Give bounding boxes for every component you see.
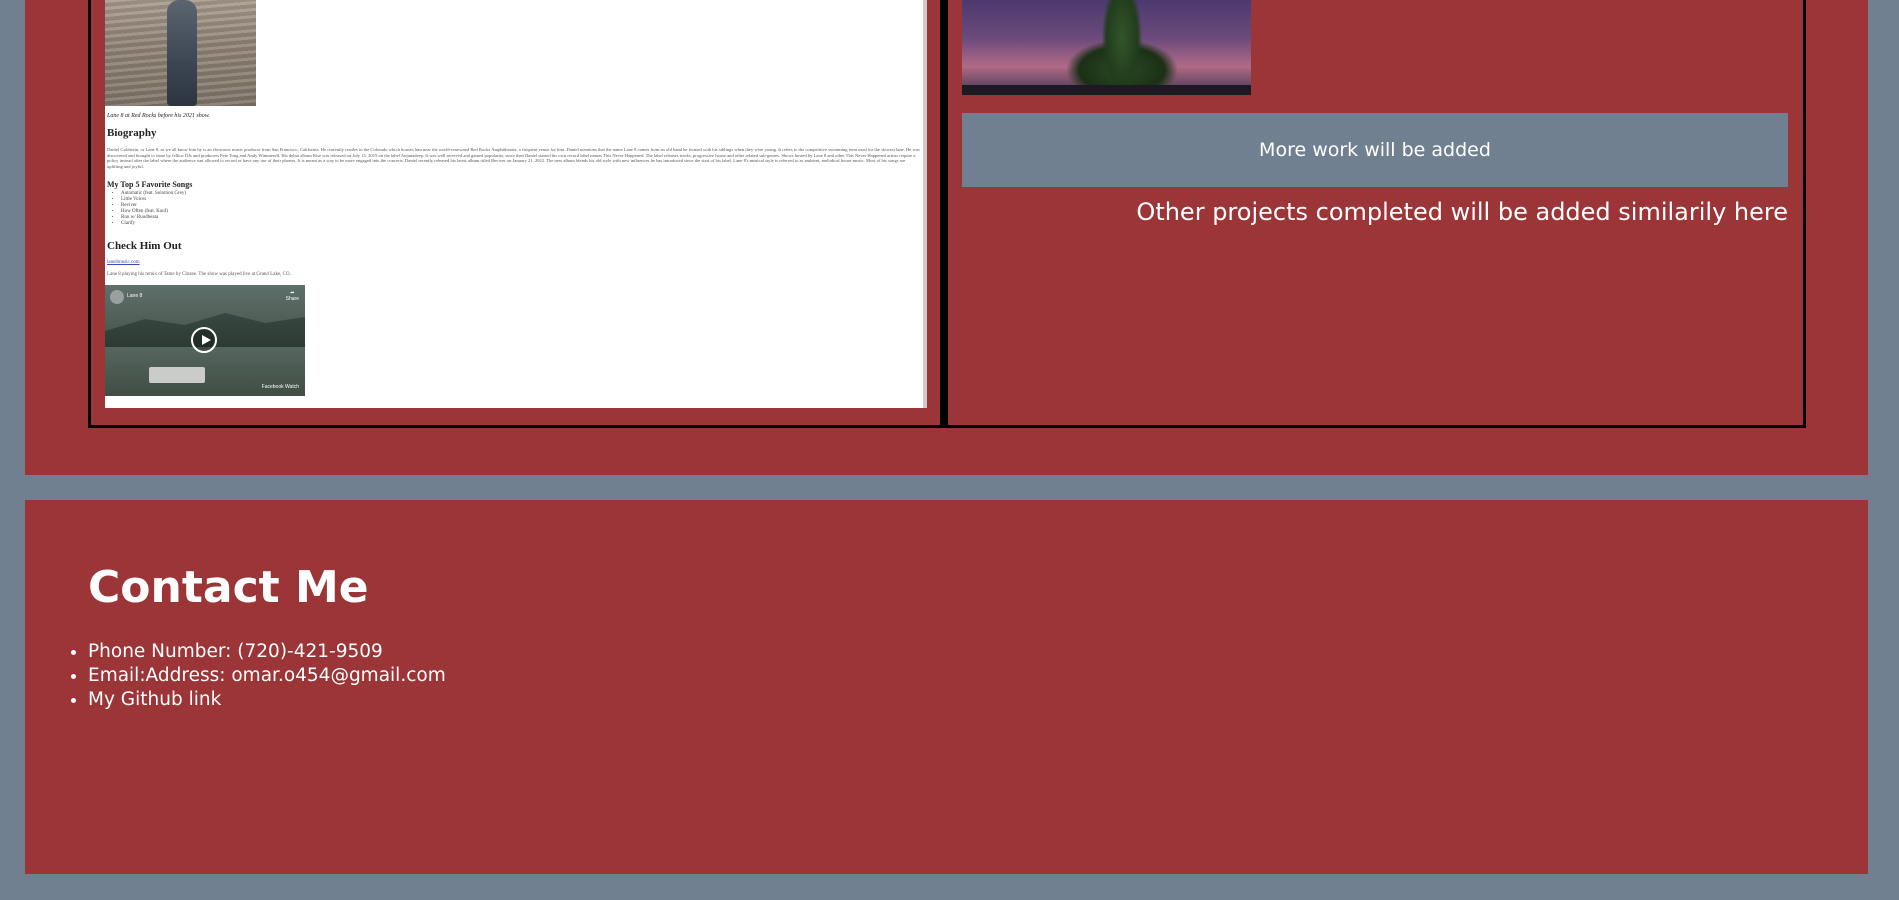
check-him-out-heading: Check Him Out <box>107 240 182 252</box>
song-item: Clarify <box>121 221 186 227</box>
share-icon[interactable]: ➦ Share <box>286 290 299 302</box>
play-icon[interactable] <box>191 327 217 353</box>
biography-text: Daniel Goldstein, or Lane 8, as we all k… <box>107 147 920 169</box>
artist-photo <box>105 0 256 106</box>
biography-heading: Biography <box>107 127 157 139</box>
email-address: Email:Address: omar.o454@gmail.com <box>88 664 446 688</box>
photo-caption: Lane 8 at Red Rocks before his 2021 show… <box>107 113 210 119</box>
tree-sunset-photo <box>962 0 1251 95</box>
contact-list: Phone Number: (720)-421-9509 Email:Addre… <box>68 640 446 712</box>
share-label: Share <box>285 296 299 302</box>
video-caption: Lane 8 playing his remix of Tame by Cloz… <box>107 272 291 277</box>
facebook-watch-label: Facebook Watch <box>261 384 299 390</box>
project-preview-screenshot[interactable]: Lane 8 at Red Rocks before his 2021 show… <box>105 0 927 408</box>
songs-list: Automatic (feat. Solomon Grey) Little Vo… <box>111 191 186 227</box>
github-link[interactable]: My Github link <box>88 688 446 712</box>
preview-scrollbar <box>923 0 927 408</box>
other-projects-note: Other projects completed will be added s… <box>1136 198 1788 226</box>
more-work-button[interactable]: More work will be added <box>962 113 1788 187</box>
artist-site-link[interactable]: lane8music.com <box>107 260 140 265</box>
embedded-video[interactable]: Lane 8 ➦ Share Facebook Watch <box>105 285 305 396</box>
video-channel-name: Lane 8 <box>127 293 143 299</box>
songs-heading: My Top 5 Favorite Songs <box>107 180 193 189</box>
column-divider <box>940 0 946 428</box>
channel-avatar <box>110 290 124 304</box>
phone-number: Phone Number: (720)-421-9509 <box>88 640 446 664</box>
contact-title: Contact Me <box>88 562 369 613</box>
